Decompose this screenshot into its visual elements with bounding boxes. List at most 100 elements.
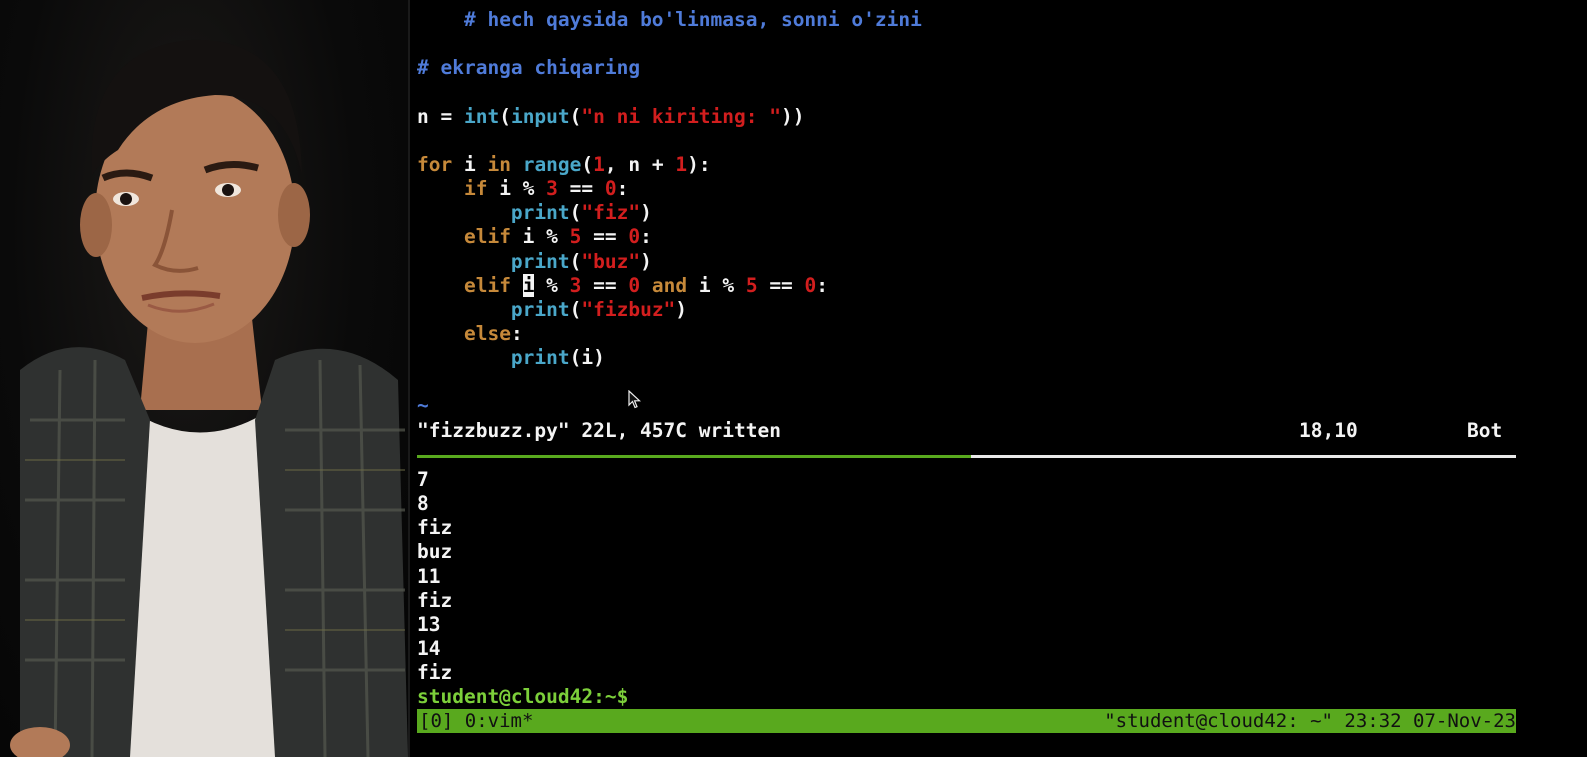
code-token: # ekranga chiqaring [417, 56, 641, 80]
code-token: range [522, 152, 582, 176]
code-token: i % [487, 177, 547, 201]
code-line[interactable]: n = int(input("n ni kiriting: ")) [417, 105, 804, 129]
code-token: ( [581, 152, 594, 176]
shell-output-line: 7 [417, 468, 429, 491]
code-token: 3 [546, 177, 558, 201]
shell-output-line: fiz [417, 516, 453, 540]
code-line[interactable]: elif i % 5 == 0: [417, 225, 652, 249]
code-token: "n ni kiriting: " [581, 104, 781, 128]
code-token: 5 [745, 273, 758, 297]
code-token: == [581, 273, 629, 297]
code-token: , n + [604, 152, 676, 176]
code-token: 3 [569, 273, 582, 297]
code-line[interactable]: for i in range(1, n + 1): [417, 153, 711, 177]
code-token: n = [417, 104, 464, 128]
code-token: == [757, 273, 805, 297]
code-token: elif [463, 273, 511, 297]
code-line[interactable]: print(i) [417, 346, 605, 370]
code-token: : [640, 225, 652, 249]
code-token: )) [781, 104, 805, 128]
shell-output-line: 11 [417, 564, 441, 588]
presenter-video [0, 0, 408, 757]
code-token: if [463, 177, 488, 201]
code-token: ( [569, 104, 582, 128]
code-token: "fizbuz" [581, 297, 676, 321]
code-token: i [452, 152, 488, 176]
code-token: 0 [604, 177, 617, 201]
code-line[interactable]: else: [417, 322, 523, 346]
vim-scroll-position: Bot [1467, 419, 1503, 442]
code-token: 0 [628, 273, 641, 297]
shell-output-line: fiz [417, 661, 453, 685]
code-token: print [510, 297, 570, 321]
code-token: # hech qaysida bo'linmasa, sonni o'zini [463, 8, 922, 31]
code-token: input [510, 104, 570, 128]
code-line[interactable]: if i % 3 == 0: [417, 177, 628, 201]
code-line[interactable]: print("fiz") [417, 201, 652, 225]
code-line[interactable]: # ekranga chiqaring [417, 56, 640, 80]
tmux-status-bar: [0] 0:vim* "student@cloud42: ~" 23:32 07… [417, 709, 1516, 733]
code-token: (i) [569, 346, 605, 370]
code-token: 1 [593, 152, 605, 176]
code-line[interactable]: print("buz") [417, 250, 652, 274]
code-token: print [510, 249, 570, 273]
code-line[interactable]: elif i % 3 == 0 and i % 5 == 0: [417, 273, 829, 298]
code-token: "fiz" [581, 201, 641, 225]
vim-cursor-position: 18,10 [1299, 419, 1358, 442]
code-token: 0 [804, 273, 817, 297]
code-token: "buz" [581, 249, 641, 273]
code-token: elif [463, 225, 511, 249]
shell-output-line: fiz [417, 588, 453, 612]
code-token: for [417, 152, 453, 176]
shell-prompt[interactable]: student@cloud42:~$ [417, 685, 628, 709]
code-token: % [534, 273, 570, 297]
code-token: ( [569, 297, 582, 321]
shell-output-line: 13 [417, 612, 441, 636]
mouse-pointer-icon [628, 390, 642, 409]
code-token: ( [569, 249, 582, 273]
tmux-window-list[interactable]: [0] 0:vim* [419, 709, 533, 733]
code-token: : [616, 177, 629, 201]
code-token: i % [687, 273, 746, 297]
code-token: print [510, 346, 570, 370]
code-token: 5 [569, 225, 582, 249]
text-cursor: i [522, 273, 535, 297]
code-token: ): [687, 152, 711, 176]
code-token: 0 [628, 225, 641, 249]
code-token: and [651, 273, 688, 297]
shell-output-line: buz [417, 540, 453, 564]
code-token: ~ [417, 394, 429, 418]
code-token: print [510, 201, 570, 225]
code-token: ) [640, 249, 652, 273]
vim-status-message: "fizzbuzz.py" 22L, 457C written [417, 419, 781, 442]
code-line[interactable]: print("fizbuz") [417, 298, 687, 322]
code-token: ) [640, 201, 652, 225]
code-token: in [487, 152, 511, 176]
code-token: int [463, 104, 500, 128]
tmux-status-right: "student@cloud42: ~" 23:32 07-Nov-23 [1104, 710, 1516, 732]
code-token: else [463, 321, 511, 345]
terminal-window[interactable]: # hech qaysida bo'linmasa, sonni o'zini #… [410, 0, 1587, 757]
code-token: ( [499, 104, 511, 128]
code-token: == [581, 225, 629, 249]
code-token: 1 [675, 152, 688, 176]
code-token: : [816, 273, 829, 297]
code-line[interactable]: ~ [417, 394, 429, 418]
code-token: i % [510, 225, 570, 249]
code-token: ) [675, 297, 688, 321]
code-token: == [557, 177, 605, 201]
code-token: : [510, 321, 523, 345]
code-line[interactable]: # hech qaysida bo'linmasa, sonni o'zini [417, 8, 922, 32]
code-token: ( [569, 201, 582, 225]
pane-divider-active [417, 455, 971, 458]
